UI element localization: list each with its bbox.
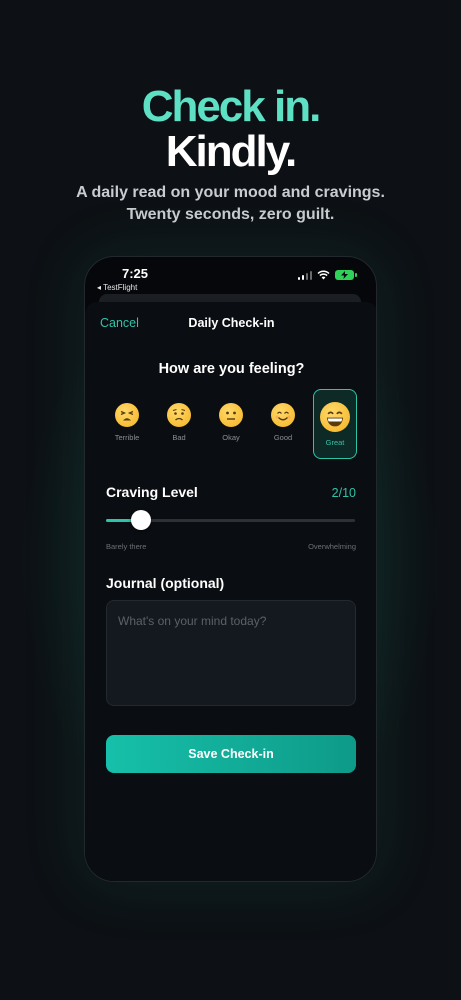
journal-title: Journal (optional)	[106, 575, 225, 591]
mood-option-good[interactable]: Good	[261, 389, 305, 459]
smiling-face-icon	[271, 403, 295, 427]
status-icons	[297, 269, 357, 281]
mood-option-bad[interactable]: Bad	[157, 389, 201, 459]
worried-face-icon	[167, 403, 191, 427]
neutral-face-icon	[219, 403, 243, 427]
journal-input[interactable]	[106, 600, 356, 706]
mood-label: Okay	[222, 433, 240, 442]
mood-label: Great	[325, 438, 345, 447]
hero-title-line1: Check in.	[141, 82, 322, 131]
save-check-in-button[interactable]: Save Check-in	[106, 735, 356, 773]
hero-subtitle-line1: A daily read on your mood and cravings.	[76, 184, 385, 201]
mood-label: Terrible	[114, 433, 140, 442]
craving-slider[interactable]	[106, 510, 355, 530]
craving-level-title: Craving Level	[106, 484, 198, 500]
mood-label: Bad	[172, 433, 186, 442]
mood-option-okay[interactable]: Okay	[209, 389, 253, 459]
craving-slider-thumb[interactable]	[131, 510, 151, 530]
mood-label: Good	[273, 433, 293, 442]
craving-max-label: Overwhelming	[308, 542, 356, 551]
battery-charging-icon	[335, 270, 357, 280]
wifi-icon	[317, 270, 330, 280]
cellular-signal-icon	[297, 270, 312, 280]
tired-face-icon	[115, 403, 139, 427]
mood-question: How are you feeling?	[158, 361, 305, 377]
back-to-testflight-link[interactable]: ◂ TestFlight	[97, 283, 137, 292]
craving-level-value: 2/10	[331, 486, 356, 500]
hero-subtitle-line2: Twenty seconds, zero guilt.	[126, 206, 335, 223]
mood-option-great[interactable]: Great	[313, 389, 357, 459]
hero-title-line2: Kindly.	[165, 127, 297, 176]
grinning-face-icon	[320, 402, 350, 432]
nav-title: Daily Check-in	[188, 316, 275, 330]
check-in-sheet: Cancel Daily Check-in How are you feelin…	[85, 302, 376, 881]
status-time: 7:25	[122, 266, 149, 281]
craving-min-label: Barely there	[106, 542, 147, 551]
mood-option-terrible[interactable]: Terrible	[105, 389, 149, 459]
phone-frame: 7:25 ◂ TestFlight Cancel Daily Check-in …	[84, 256, 377, 882]
